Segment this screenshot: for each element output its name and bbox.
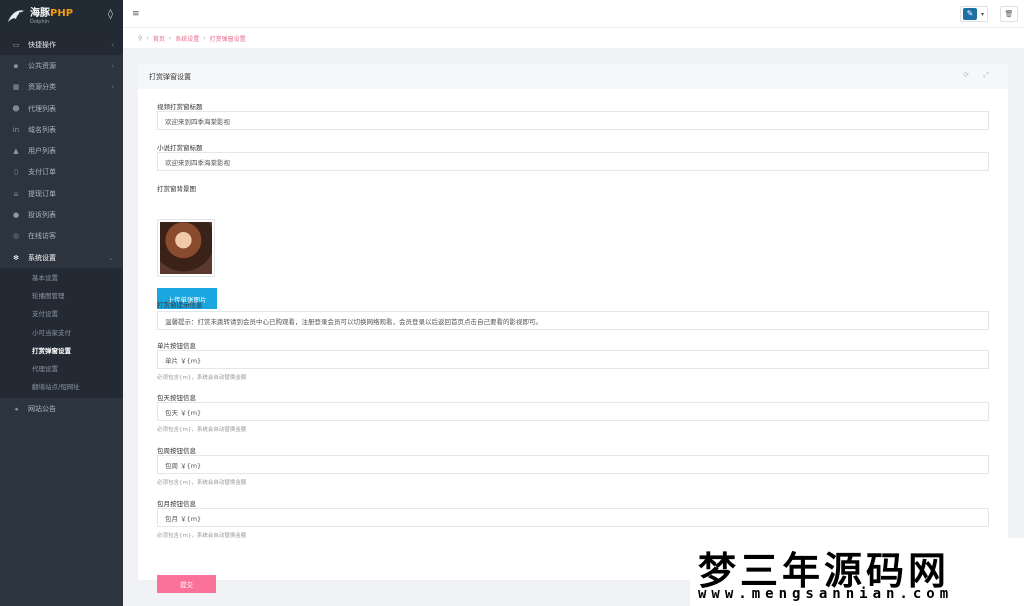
novel-title-label: 小说打赏窗标题 bbox=[157, 144, 203, 152]
day-button-input[interactable]: 包天 ￥{m} bbox=[157, 402, 989, 421]
sidebar-item-label: 快捷操作 bbox=[28, 40, 56, 49]
video-icon: ▪ bbox=[13, 61, 19, 70]
caret-down-icon: ▾ bbox=[981, 10, 985, 18]
day-button-label: 包天按钮信息 bbox=[157, 394, 196, 402]
breadcrumb-separator: › bbox=[146, 34, 149, 42]
sidebar: 海豚PHP Dolphin ◊ ▭ 快捷操作 ‹ ▪ 公共资源 ‹ ▦ 资源分类… bbox=[0, 0, 123, 606]
sidebar-item-public-resources[interactable]: ▪ 公共资源 ‹ bbox=[0, 55, 123, 76]
week-button-label: 包周按钮信息 bbox=[157, 447, 196, 455]
sidebar-menu-bottom: ◂ 网站公告 bbox=[0, 398, 123, 419]
sidebar-item-quick-actions[interactable]: ▭ 快捷操作 ‹ bbox=[0, 34, 123, 56]
breadcrumb-separator: › bbox=[203, 34, 206, 42]
sidebar-item-label: 网站公告 bbox=[28, 404, 56, 413]
panel-header: 打赏弹窗设置 ⟳ ⤢ bbox=[138, 64, 1008, 89]
watermark: 梦三年源码网 www.mengsannian.com bbox=[690, 538, 1024, 606]
week-button-input[interactable]: 包周 ￥{m} bbox=[157, 455, 989, 474]
month-button-help: 必须包含{m}，系统会自动替换金额 bbox=[157, 533, 247, 539]
sidebar-item-users[interactable]: ▲ 用户列表 bbox=[0, 140, 123, 161]
clear-cache-button[interactable]: 🗑 bbox=[1000, 6, 1018, 22]
water-drop-icon[interactable]: ◊ bbox=[108, 9, 113, 20]
breadcrumb-separator: › bbox=[168, 34, 172, 42]
file-icon: ▯ bbox=[14, 168, 18, 177]
day-button-help: 必须包含{m}，系统会自动替换金额 bbox=[157, 427, 247, 433]
sidebar-item-label: 域名列表 bbox=[28, 125, 56, 134]
sidebar-item-domains[interactable]: in 域名列表 bbox=[0, 119, 123, 140]
sidebar-submenu-system-settings: 基本设置 轮播图管理 支付设置 小可当家支付 打赏弹窗设置 代理设置 翻墙站点/… bbox=[0, 268, 123, 398]
grid-icon: ▦ bbox=[12, 83, 20, 92]
sidebar-item-withdraw-orders[interactable]: ⌂ 提现订单 bbox=[0, 183, 123, 204]
video-title-input[interactable]: 欢迎来到四季海棠影视 bbox=[157, 111, 989, 130]
sidebar-item-system-settings[interactable]: ✻ 系统设置 ⌄ bbox=[0, 247, 123, 268]
users-icon: ☻ bbox=[12, 104, 20, 113]
panel-title: 打赏弹窗设置 bbox=[149, 72, 191, 81]
avatar: ✎ bbox=[963, 8, 977, 20]
watermark-url: www.mengsannian.com bbox=[698, 586, 954, 602]
location-pin-icon: ⚲ bbox=[138, 34, 143, 42]
bg-image-label: 打赏窗背景图 bbox=[157, 185, 196, 193]
bank-icon: ⌂ bbox=[13, 189, 19, 198]
tip-label: 打赏窗提示信息 bbox=[157, 301, 203, 309]
gear-icon: ✻ bbox=[13, 253, 19, 262]
sidebar-item-payment-orders[interactable]: ▯ 支付订单 bbox=[0, 162, 123, 183]
sidebar-item-online-visitors[interactable]: ◎ 在线访客 bbox=[0, 226, 123, 247]
submit-button[interactable]: 提交 bbox=[157, 575, 216, 593]
month-button-label: 包月按钮信息 bbox=[157, 500, 196, 508]
hamburger-menu-icon[interactable]: ≡ bbox=[132, 9, 140, 19]
linkedin-icon: in bbox=[12, 125, 20, 134]
sidebar-item-label: 代理列表 bbox=[28, 104, 56, 113]
breadcrumb-system-settings[interactable]: 系统设置 bbox=[175, 34, 199, 43]
breadcrumb: ⚲ › 首页 › 系统设置 › 打赏弹窗设置 bbox=[123, 28, 1024, 48]
sidebar-item-label: 资源分类 bbox=[28, 83, 56, 92]
month-button-input[interactable]: 包月 ￥{m} bbox=[157, 508, 989, 527]
sidebar-item-label: 系统设置 bbox=[28, 253, 56, 262]
chevron-left-icon: ‹ bbox=[111, 61, 114, 70]
breadcrumb-home[interactable]: 首页 bbox=[153, 34, 165, 43]
breadcrumb-current[interactable]: 打赏弹窗设置 bbox=[210, 34, 246, 43]
single-button-help: 必须包含{m}，系统会自动替换金额 bbox=[157, 375, 247, 381]
sidebar-subitem-basic-settings[interactable]: 基本设置 bbox=[0, 269, 123, 287]
bullhorn-icon: ◂ bbox=[14, 404, 18, 413]
single-button-input[interactable]: 单片 ￥{m} bbox=[157, 350, 989, 369]
folder-open-icon: ▭ bbox=[12, 40, 20, 49]
chevron-left-icon: ‹ bbox=[111, 83, 114, 92]
brand[interactable]: 海豚PHP Dolphin ◊ bbox=[0, 0, 123, 34]
sidebar-item-label: 支付订单 bbox=[28, 168, 56, 177]
chevron-left-icon: ‹ bbox=[111, 40, 114, 49]
tip-input[interactable]: 温馨提示：打赏未跳转请到会员中心已购观看，注册登录会员可以切换网络观看，会员登录… bbox=[157, 311, 989, 330]
top-header: ≡ ✎ ▾ 🗑 bbox=[123, 0, 1024, 28]
sidebar-item-resource-categories[interactable]: ▦ 资源分类 ‹ bbox=[0, 77, 123, 98]
user-icon: ▲ bbox=[13, 147, 19, 156]
single-button-label: 单片按钮信息 bbox=[157, 342, 196, 350]
chevron-down-icon: ⌄ bbox=[108, 253, 114, 262]
sidebar-subitem-xiaoke-payment[interactable]: 小可当家支付 bbox=[0, 324, 123, 342]
sidebar-subitem-reward-popup[interactable]: 打赏弹窗设置 bbox=[0, 342, 123, 360]
sidebar-subitem-carousel[interactable]: 轮播图管理 bbox=[0, 287, 123, 305]
sidebar-item-complaints[interactable]: ● 投诉列表 bbox=[0, 204, 123, 225]
sidebar-subitem-payment-settings[interactable]: 支付设置 bbox=[0, 305, 123, 323]
info-icon: ● bbox=[12, 211, 20, 220]
dolphin-logo-icon bbox=[8, 10, 24, 22]
globe-icon: ◎ bbox=[12, 232, 20, 241]
sidebar-menu: ▭ 快捷操作 ‹ ▪ 公共资源 ‹ ▦ 资源分类 ‹ ☻ 代理列表 in 域名列… bbox=[0, 34, 123, 268]
novel-title-input[interactable]: 欢迎来到四季海棠影视 bbox=[157, 152, 989, 171]
sidebar-subitem-short-url[interactable]: 翻墙站点/短网址 bbox=[0, 378, 123, 396]
settings-panel: 打赏弹窗设置 ⟳ ⤢ 视频打赏窗标题 欢迎来到四季海棠影视 小说打赏窗标题 欢迎… bbox=[138, 64, 1008, 593]
trash-icon: 🗑 bbox=[1004, 10, 1014, 18]
sidebar-item-announcements[interactable]: ◂ 网站公告 bbox=[0, 398, 123, 419]
brand-subtitle: Dolphin bbox=[30, 19, 50, 25]
sidebar-item-agents[interactable]: ☻ 代理列表 bbox=[0, 98, 123, 119]
sidebar-item-label: 公共资源 bbox=[28, 61, 56, 70]
sidebar-subitem-agent-settings[interactable]: 代理设置 bbox=[0, 360, 123, 378]
user-menu-button[interactable]: ✎ ▾ bbox=[960, 6, 988, 22]
brand-name: 海豚PHP bbox=[30, 8, 74, 19]
bg-image-preview bbox=[160, 222, 212, 274]
panel-tools-icons[interactable]: ⟳ ⤢ bbox=[963, 71, 995, 80]
video-title-label: 视频打赏窗标题 bbox=[157, 103, 203, 111]
sidebar-item-label: 投诉列表 bbox=[28, 211, 56, 220]
sidebar-item-label: 在线访客 bbox=[28, 232, 56, 241]
bg-image-thumbnail[interactable] bbox=[157, 219, 215, 277]
sidebar-item-label: 用户列表 bbox=[28, 147, 56, 156]
sidebar-item-label: 提现订单 bbox=[28, 189, 56, 198]
week-button-help: 必须包含{m}，系统会自动替换金额 bbox=[157, 480, 247, 486]
